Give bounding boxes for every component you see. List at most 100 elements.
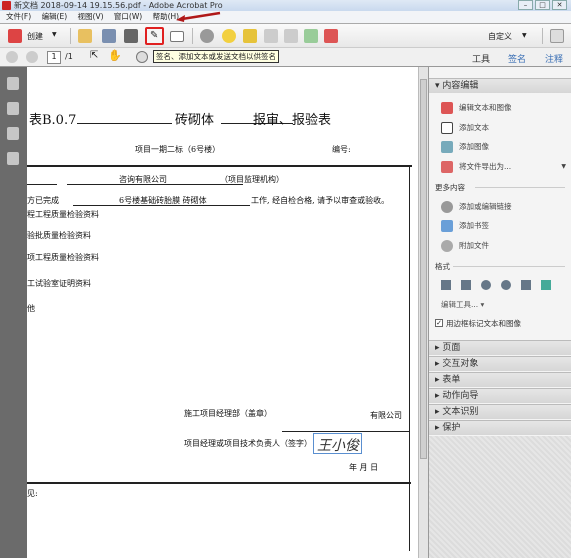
expand-icon[interactable] [550,29,564,43]
panel-empty-area [429,436,571,558]
hand-tool-icon[interactable]: ✋ [108,49,122,62]
section-interactive-objects[interactable]: ▸ 交互对象 [429,356,571,371]
attachment-item: 程工程质量检验资料 [27,210,99,219]
menu-view[interactable]: 视图(V) [78,12,104,21]
delete-page-icon[interactable] [264,29,278,43]
add-image[interactable]: 添加图像 [441,140,489,154]
section-protection[interactable]: ▸ 保护 [429,420,571,435]
tab-sign[interactable]: 签名 [508,52,526,65]
replace-image-icon[interactable] [541,280,551,290]
main-toolbar: 创建 ▼ ✎ 自定义 ▼ [0,23,571,48]
attach-file[interactable]: 附加文件 [441,239,489,253]
manager-label: 项目经理或项目技术负责人（签字） [184,439,312,448]
maximize-button[interactable]: □ [535,0,550,10]
border-checkbox[interactable]: ✓ [435,319,443,327]
tab-tools[interactable]: 工具 [472,52,490,65]
create-button[interactable]: 创建 [27,31,43,42]
acrobat-icon [2,1,11,10]
attachment-item: 项工程质量检验资料 [27,253,99,262]
form-number-label: 编号: [332,145,351,154]
date-label: 年 月 日 [349,463,379,472]
section-forms[interactable]: ▸ 表单 [429,372,571,387]
form-title-middle: 砖砌体 [175,113,215,128]
attachment-icon[interactable] [7,127,19,140]
page-total: /1 [65,52,73,61]
edit-form-icon[interactable] [324,29,338,43]
add-text[interactable]: 添加文本 [441,121,489,135]
page-number-input[interactable]: 1 [47,51,61,64]
menu-bar: 文件(F) 编辑(E) 视图(V) 窗口(W) 帮助(H) [0,11,571,23]
form-title-suffix: 报审、报验表 [253,113,332,128]
edit-text-images[interactable]: 编辑文本和图像 [441,101,512,115]
crop-icon[interactable] [521,280,531,290]
more-content-heading: 更多内容 [435,183,465,192]
attachment-item: 工试验室证明资料 [27,279,91,288]
work-item: 6号楼基础砖胎膜 砖砌体 [119,196,207,205]
gear-icon[interactable] [200,29,214,43]
export-file[interactable]: 将文件导出为... ▼ [441,160,566,174]
supervisor-label: （项目监理机构） [220,175,284,184]
menu-file[interactable]: 文件(F) [6,12,31,21]
section-pages[interactable]: ▸ 页面 [429,340,571,355]
title-bar: 新文档 2018-09-14 19.15.56.pdf - Adobe Acro… [0,0,571,11]
open-folder-icon[interactable] [78,29,92,43]
comment-icon[interactable] [222,29,236,43]
signature-panel-icon[interactable] [7,152,19,165]
bookmark-icon[interactable] [7,102,19,115]
zoom-out-icon[interactable] [136,51,148,63]
edit-tools-dropdown[interactable]: 编辑工具... ▾ [441,299,484,310]
export-icon[interactable] [304,29,318,43]
format-heading: 格式 [435,262,450,271]
menu-edit[interactable]: 编辑(E) [42,12,68,21]
pages-icon[interactable] [7,77,19,90]
align-icon[interactable] [441,280,451,290]
chevron-down-icon[interactable]: ▼ [522,32,527,39]
navigation-toolbar: 1 /1 ⇱ ✋ 签名、添加文本或发送文档以供签名 工具 签名 注释 [0,48,571,67]
create-icon[interactable] [8,29,22,43]
section-action-wizard[interactable]: ▸ 动作向导 [429,388,571,403]
tab-comment[interactable]: 注释 [545,52,563,65]
save-icon[interactable] [102,29,116,43]
project-name: 项目一期二标（6号楼） [135,145,221,154]
rotate-right-icon[interactable] [501,280,511,290]
border-checkbox-label: 用边框标记文本和图像 [446,319,521,328]
attachment-item: 验批质量检验资料 [27,231,91,240]
highlight-icon[interactable] [243,29,257,43]
tools-panel: ▾ 内容编辑 编辑文本和图像 添加文本 添加图像 将文件导出为... ▼ 更多内容… [428,67,571,558]
opinion-label: 见: [27,489,38,498]
print-icon[interactable] [124,29,138,43]
sign-document-button[interactable]: ✎ [145,27,164,45]
page-icon[interactable] [284,29,298,43]
section-content-edit[interactable]: ▾ 内容编辑 [429,78,571,93]
flip-icon[interactable] [461,280,471,290]
scrollbar-thumb[interactable] [420,79,427,459]
company2-name: 有限公司 [370,411,402,420]
mail-icon[interactable] [170,31,184,42]
menu-window[interactable]: 窗口(W) [114,12,142,21]
navigation-pane [0,67,27,558]
window-title: 新文档 2018-09-14 19.15.56.pdf - Adobe Acro… [14,1,223,10]
add-bookmark[interactable]: 添加书签 [441,219,489,233]
customize-button[interactable]: 自定义 [488,31,512,42]
close-button[interactable]: ✕ [552,0,567,10]
select-cursor-icon[interactable]: ⇱ [90,50,98,61]
section-text-recognition[interactable]: ▸ 文本识别 [429,404,571,419]
company-name: 咨询有限公司 [119,175,167,184]
rotate-left-icon[interactable] [481,280,491,290]
completed-prefix: 方已完成 [27,196,59,205]
attachment-item: 他 [27,304,35,313]
chevron-down-icon[interactable]: ▼ [52,31,57,38]
form-title-prefix: 表B.0.7 [29,113,77,128]
previous-page-icon[interactable] [6,51,18,63]
red-arrow-annotation [176,11,221,22]
construction-dept-label: 施工项目经理部（盖章） [184,409,272,418]
tooltip: 签名、添加文本或发送文档以供签名 [153,50,279,63]
add-edit-link[interactable]: 添加或编辑链接 [441,200,512,214]
document-page: 表B.0.7 砖砌体 报审、报验表 项目一期二标（6号楼） 编号: 咨询有限公司… [27,67,418,558]
signature-field[interactable]: 王小俊 [313,433,362,454]
signature: 王小俊 [317,438,359,454]
completed-suffix: 工作, 经自检合格, 请予以审查或验收。 [251,196,390,205]
minimize-button[interactable]: – [518,0,533,10]
vertical-scrollbar[interactable] [418,67,428,558]
next-page-icon[interactable] [26,51,38,63]
